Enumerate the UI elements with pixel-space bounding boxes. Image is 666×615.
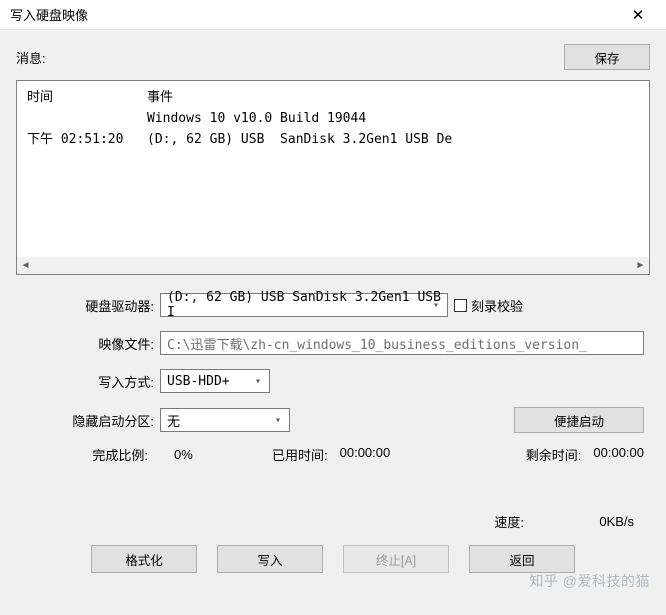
chevron-down-icon: ▾: [249, 371, 267, 391]
hidden-boot-value: 无: [167, 411, 180, 430]
elapsed-label: 已用时间:: [272, 445, 328, 464]
horizontal-scrollbar[interactable]: ◄ ►: [17, 257, 649, 274]
log-cell-event: (D:, 62 GB) USB SanDisk 3.2Gen1 USB De: [147, 129, 639, 150]
messages-label: 消息:: [16, 48, 556, 67]
verify-checkbox[interactable]: 刻录校验: [454, 296, 523, 315]
drive-select-value: (D:, 62 GB) USB SanDisk 3.2Gen1 USB I: [167, 290, 443, 320]
write-mode-select[interactable]: USB-HDD+ ▾: [160, 369, 270, 393]
write-mode-label: 写入方式:: [22, 372, 154, 391]
remain-value: 00:00:00: [593, 445, 644, 464]
window-title: 写入硬盘映像: [10, 5, 618, 24]
log-cell-time: [27, 108, 147, 129]
write-button[interactable]: 写入: [217, 545, 323, 573]
progress-value: 0%: [174, 447, 264, 462]
log-panel: 时间 事件 Windows 10 v10.0 Build 19044 下午 02…: [16, 80, 650, 275]
remain-label: 剩余时间:: [526, 445, 582, 464]
speed-value: 0KB/s: [544, 514, 634, 529]
checkbox-box-icon: [454, 299, 467, 312]
progress-bar-area: [16, 468, 650, 504]
elapsed-value: 00:00:00: [340, 445, 391, 464]
abort-button[interactable]: 终止[A]: [343, 545, 449, 573]
scroll-right-icon[interactable]: ►: [632, 257, 649, 274]
hidden-boot-label: 隐藏启动分区:: [22, 411, 154, 430]
hidden-boot-select[interactable]: 无 ▾: [160, 408, 290, 432]
close-icon[interactable]: ✕: [618, 1, 658, 29]
chevron-down-icon: ▾: [269, 410, 287, 430]
log-cell-time: 下午 02:51:20: [27, 129, 147, 150]
image-file-field[interactable]: C:\迅雷下载\zh-cn_windows_10_business_editio…: [160, 331, 644, 355]
format-button[interactable]: 格式化: [91, 545, 197, 573]
drive-select[interactable]: (D:, 62 GB) USB SanDisk 3.2Gen1 USB I ▾: [160, 293, 448, 317]
scroll-track[interactable]: [34, 257, 632, 274]
speed-label: 速度:: [494, 512, 524, 531]
scroll-left-icon[interactable]: ◄: [17, 257, 34, 274]
write-mode-value: USB-HDD+: [167, 374, 230, 389]
log-col-time: 时间: [27, 87, 147, 108]
progress-label: 完成比例:: [22, 445, 148, 464]
back-button[interactable]: 返回: [469, 545, 575, 573]
image-file-label: 映像文件:: [22, 334, 154, 353]
log-col-event: 事件: [147, 87, 639, 108]
verify-checkbox-label: 刻录校验: [471, 296, 523, 315]
chevron-down-icon: ▾: [427, 295, 445, 315]
drive-label: 硬盘驱动器:: [22, 296, 154, 315]
save-button[interactable]: 保存: [564, 44, 650, 70]
quick-boot-button[interactable]: 便捷启动: [514, 407, 644, 433]
log-cell-event: Windows 10 v10.0 Build 19044: [147, 108, 639, 129]
image-file-value: C:\迅雷下载\zh-cn_windows_10_business_editio…: [167, 334, 587, 353]
